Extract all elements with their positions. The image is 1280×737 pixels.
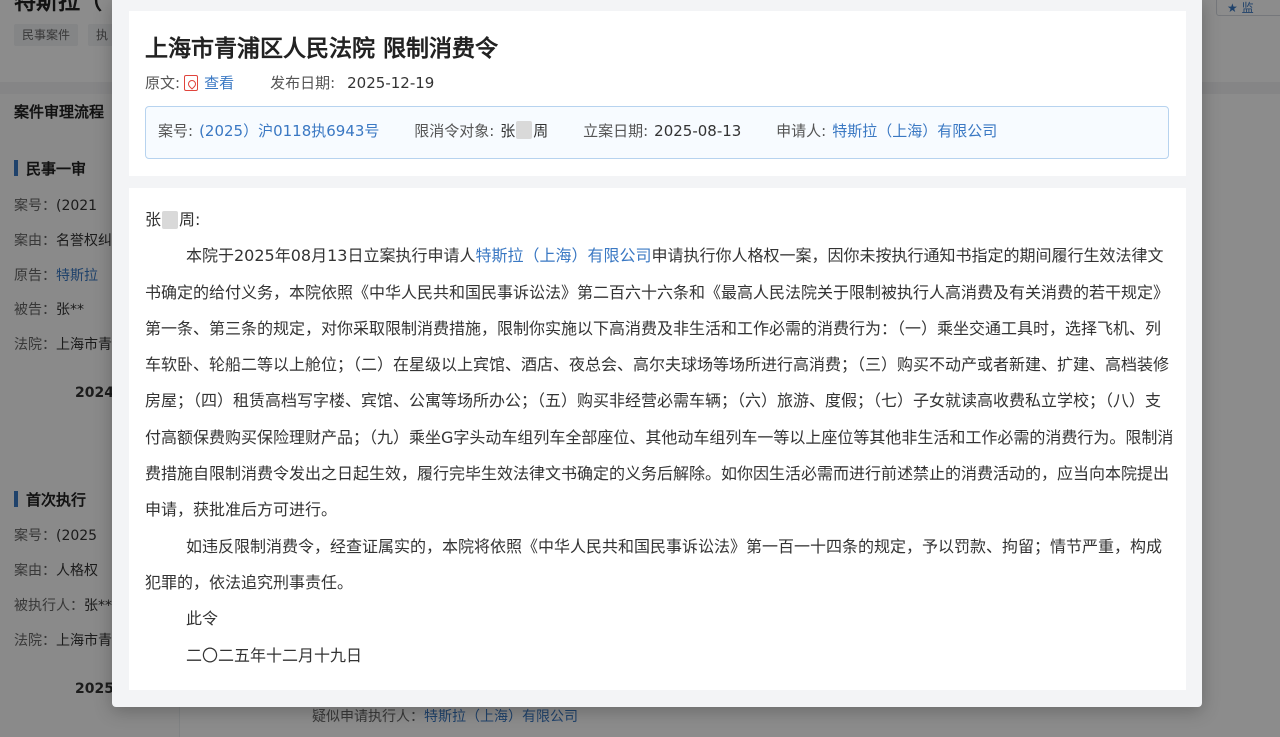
- document-title: 上海市青浦区人民法院 限制消费令: [145, 36, 499, 62]
- filing-date: 立案日期: 2025-08-13: [583, 122, 742, 140]
- document-date: 二〇二五年十二月十九日: [186, 645, 363, 665]
- redaction-mask: [162, 211, 179, 230]
- applicant-inline-link[interactable]: 特斯拉（上海）有限公司: [475, 246, 651, 265]
- document-meta: 原文: 查看 发布日期: 2025-12-19: [145, 72, 434, 93]
- document-text: 张周: 本院于2025年08月13日立案执行申请人特斯拉（上海）有限公司申请执行…: [145, 202, 1175, 674]
- consumption-restriction-modal: 上海市青浦区人民法院 限制消费令 原文: 查看 发布日期: 2025-12-19…: [112, 0, 1202, 707]
- applicant: 申请人: 特斯拉（上海）有限公司: [776, 122, 998, 140]
- publish-date-label: 发布日期:: [270, 74, 336, 92]
- applicant-link[interactable]: 特斯拉（上海）有限公司: [832, 122, 997, 140]
- salutation: 张周:: [145, 210, 201, 230]
- source-label: 原文:: [145, 74, 181, 92]
- paragraph-main: 本院于2025年08月13日立案执行申请人特斯拉（上海）有限公司申请执行你人格权…: [145, 246, 1174, 520]
- view-original-link[interactable]: 查看: [204, 72, 234, 93]
- restriction-target: 限消令对象: 张周: [414, 121, 549, 140]
- pdf-icon[interactable]: [184, 74, 199, 91]
- case-number-link[interactable]: (2025）沪0118执6943号: [199, 122, 379, 140]
- paragraph-penalty: 如违反限制消费令，经查证属实的，本院将依照《中华人民共和国民事诉讼法》第一百一十…: [145, 536, 1163, 592]
- redaction-mask: [516, 121, 533, 139]
- publish-date: 2025-12-19: [347, 73, 435, 92]
- document-header-panel: 上海市青浦区人民法院 限制消费令 原文: 查看 发布日期: 2025-12-19…: [129, 11, 1186, 176]
- case-number: 案号: (2025）沪0118执6943号: [158, 122, 380, 140]
- closing-phrase: 此令: [186, 609, 219, 629]
- document-body-panel: 张周: 本院于2025年08月13日立案执行申请人特斯拉（上海）有限公司申请执行…: [129, 188, 1186, 690]
- case-info-box: 案号: (2025）沪0118执6943号 限消令对象: 张周 立案日期: 2025-…: [145, 106, 1169, 159]
